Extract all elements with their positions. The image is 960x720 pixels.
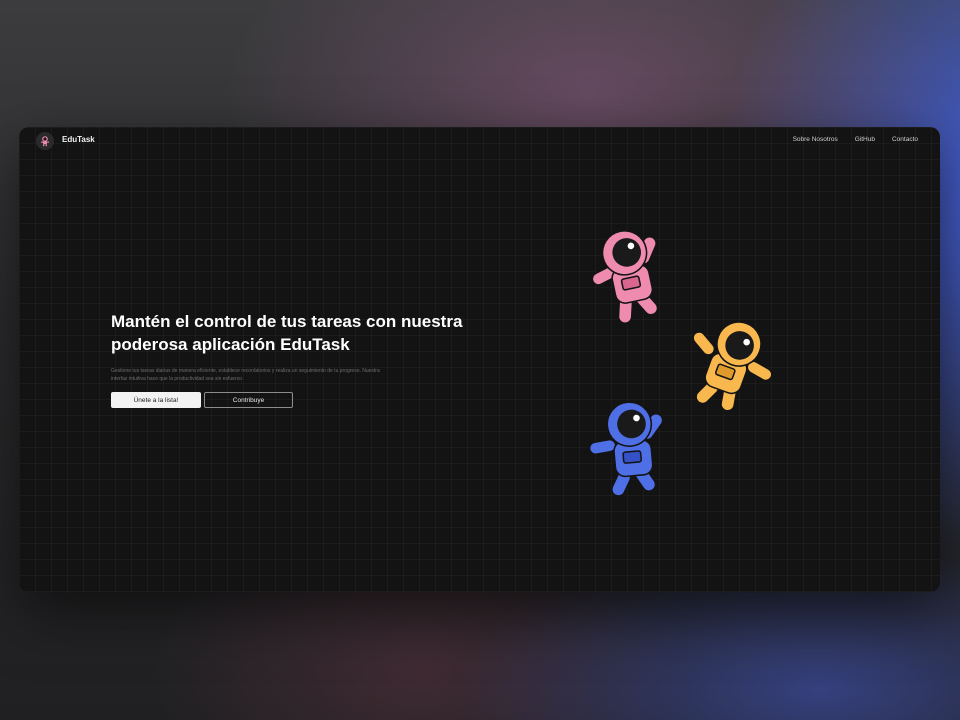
contribute-button[interactable]: Contribuye bbox=[204, 392, 293, 408]
nav-link-github[interactable]: GitHub bbox=[855, 135, 875, 145]
astronauts-illustration bbox=[564, 212, 794, 502]
app-window: EduTask Sobre Nosotros GitHub Contacto M… bbox=[19, 127, 940, 592]
join-list-button[interactable]: Únete a la lista! bbox=[111, 392, 201, 408]
nav-links: Sobre Nosotros GitHub Contacto bbox=[793, 135, 918, 145]
brand-name[interactable]: EduTask bbox=[62, 135, 95, 145]
blue-astronaut-icon bbox=[588, 401, 664, 497]
nav-link-contact[interactable]: Contacto bbox=[892, 135, 918, 145]
pink-astronaut-icon bbox=[591, 230, 659, 324]
nav-link-about[interactable]: Sobre Nosotros bbox=[793, 135, 838, 145]
astronaut-logo-icon[interactable] bbox=[36, 132, 54, 150]
hero-title: Mantén el control de tus tareas con nues… bbox=[111, 312, 463, 354]
hero-description: Gestione tus tareas diarias de manera ef… bbox=[111, 368, 380, 382]
navbar: EduTask Sobre Nosotros GitHub Contacto bbox=[19, 127, 940, 155]
